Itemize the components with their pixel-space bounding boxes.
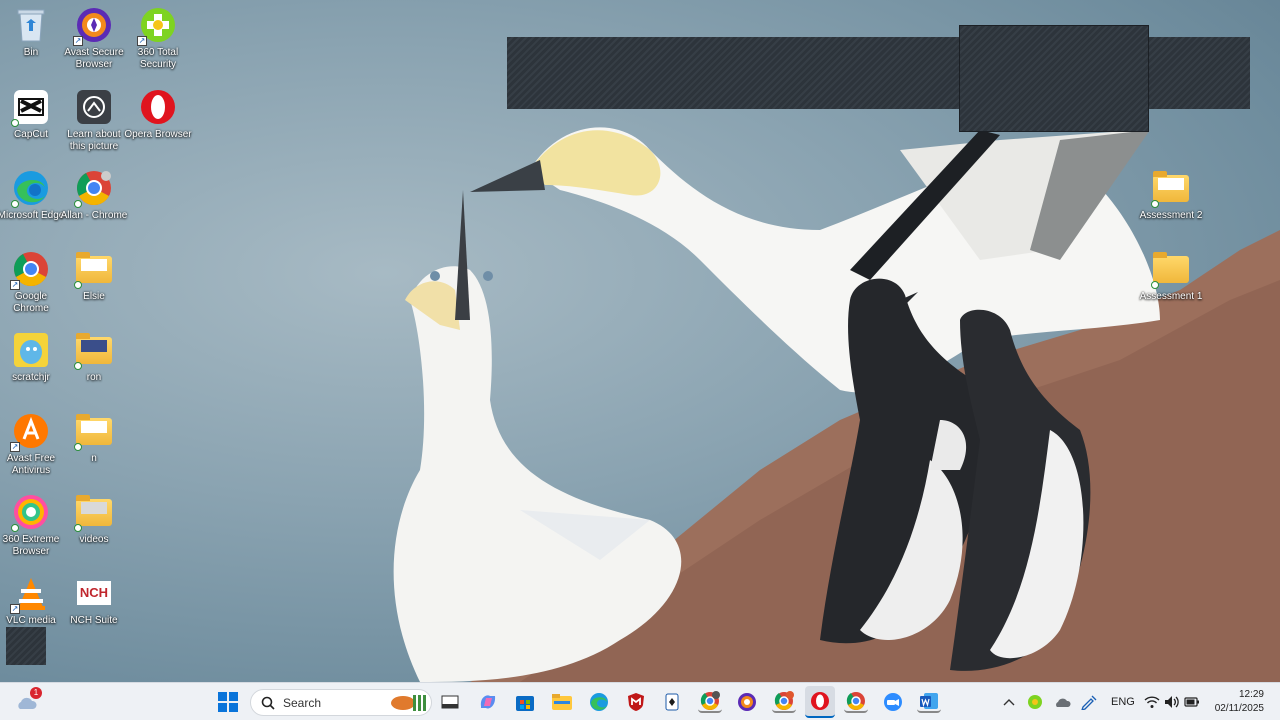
scratchjr-icon	[12, 331, 50, 369]
desktop-icon-folder-assessment-1[interactable]: Assessment 1	[1138, 250, 1204, 303]
desktop-icon-bin[interactable]: Bin	[0, 6, 64, 59]
redacted-region	[959, 25, 1149, 132]
folder-icon	[74, 412, 113, 451]
360-total-security-icon: ↗	[137, 6, 177, 46]
zoom-taskbar-button[interactable]	[881, 691, 905, 713]
redacted-region	[6, 627, 46, 665]
store-button[interactable]	[513, 691, 537, 713]
avast-antivirus-icon: ↗	[10, 412, 50, 452]
language-indicator[interactable]: ENG	[1111, 683, 1135, 720]
desktop-icon-opera[interactable]: Opera Browser	[124, 88, 192, 141]
taskbar: 1 Search ENG 12:29 02/11/2025	[0, 682, 1280, 720]
solitaire-icon	[665, 693, 679, 711]
weather-widget-button[interactable]: 1	[14, 687, 42, 713]
solitaire-button[interactable]	[661, 691, 685, 713]
chrome-icon: ↗	[10, 250, 50, 290]
desktop-icon-folder-assessment-2[interactable]: Assessment 2	[1138, 169, 1204, 222]
desktop-icon-avast-free-antivirus[interactable]: ↗ Avast Free Antivirus	[0, 412, 64, 477]
desktop-icon-avast-secure-browser[interactable]: ↗ Avast Secure Browser	[61, 6, 127, 71]
desktop-icon-folder-elsie[interactable]: Elsie	[61, 250, 127, 303]
word-taskbar-button[interactable]	[917, 691, 941, 713]
wifi-icon	[1144, 696, 1160, 708]
tray-360-button[interactable]	[1023, 691, 1047, 713]
desktop-icon-360-total-security[interactable]: ↗ 360 Total Security	[125, 6, 191, 71]
chevron-up-icon	[1003, 699, 1015, 706]
search-highlight-icon	[391, 694, 426, 711]
desktop-icon-folder-ron[interactable]: ron	[61, 331, 127, 384]
desktop-icon-scratchjr[interactable]: scratchjr	[0, 331, 64, 384]
folder-icon	[1151, 250, 1190, 289]
edge-taskbar-button[interactable]	[587, 691, 611, 713]
chrome-profile-r-icon	[774, 691, 794, 710]
show-hidden-icons-button[interactable]	[997, 691, 1021, 713]
folder-icon	[74, 493, 113, 532]
file-explorer-button[interactable]	[550, 691, 574, 713]
svg-text:NCH: NCH	[80, 585, 108, 600]
chrome-profile-r-button[interactable]	[772, 691, 796, 713]
start-icon	[218, 692, 238, 712]
opera-taskbar-button[interactable]	[805, 686, 835, 718]
desktop-icon-google-chrome[interactable]: ↗ Google Chrome	[0, 250, 64, 315]
edge-icon	[590, 693, 608, 711]
start-button[interactable]	[216, 691, 240, 713]
desktop-icon-microsoft-edge[interactable]: Microsoft Edge	[0, 169, 64, 222]
taskbar-search-box[interactable]: Search	[250, 689, 432, 716]
desktop-icon-folder-n[interactable]: n	[61, 412, 127, 465]
cloud-icon	[1056, 698, 1071, 707]
copilot-icon	[480, 695, 496, 709]
folder-icon	[74, 250, 113, 289]
mcafee-button[interactable]	[624, 691, 648, 713]
learn-picture-icon	[75, 88, 113, 126]
copilot-button[interactable]	[476, 691, 500, 713]
tray-battery-button[interactable]	[1180, 691, 1204, 713]
pen-icon	[1081, 695, 1097, 710]
folder-icon	[1151, 169, 1190, 208]
chrome-profile-h-button[interactable]	[698, 691, 722, 713]
task-view-button[interactable]	[438, 691, 462, 713]
file-explorer-icon	[552, 694, 572, 710]
desktop-icon-learn-about-picture[interactable]: Learn about this picture	[61, 88, 127, 153]
desktop-icon-allan-chrome[interactable]: Allan - Chrome	[61, 169, 127, 222]
avast-secure-browser-icon: ↗	[73, 6, 113, 46]
speaker-icon	[1165, 696, 1179, 708]
chrome-profile-h-icon	[700, 691, 720, 710]
avast-browser-icon	[738, 693, 756, 711]
word-icon	[920, 693, 938, 709]
nch-suite-icon: NCH	[75, 574, 113, 612]
opera-icon	[811, 692, 829, 710]
taskbar-clock[interactable]: 12:29 02/11/2025	[1215, 688, 1264, 716]
opera-icon	[139, 88, 177, 126]
search-icon	[261, 696, 275, 710]
chrome-profile-icon	[74, 169, 113, 208]
tray-onedrive-button[interactable]	[1050, 691, 1074, 713]
capcut-icon	[11, 88, 50, 127]
vlc-icon: ↗	[10, 574, 50, 614]
360-extreme-browser-icon	[11, 493, 50, 532]
desktop-icon-capcut[interactable]: CapCut	[0, 88, 64, 141]
folder-icon	[74, 331, 113, 370]
mcafee-icon	[628, 693, 644, 711]
chrome-icon	[846, 692, 865, 710]
clock-date: 02/11/2025	[1214, 703, 1264, 714]
battery-icon	[1184, 697, 1199, 707]
notification-badge: 1	[30, 687, 42, 699]
task-view-icon	[441, 695, 459, 709]
desktop-icon-vlc[interactable]: ↗ VLC media	[0, 574, 64, 627]
chrome-taskbar-button[interactable]	[844, 691, 868, 713]
recycle-bin-icon	[12, 6, 50, 44]
search-label: Search	[283, 695, 322, 710]
avast-browser-taskbar-button[interactable]	[735, 691, 759, 713]
tray-pen-button[interactable]	[1077, 691, 1101, 713]
desktop-icon-folder-videos[interactable]: videos	[61, 493, 127, 546]
edge-icon	[11, 169, 50, 208]
zoom-icon	[884, 693, 902, 711]
desktop-icon-360-extreme-browser[interactable]: 360 Extreme Browser	[0, 493, 64, 558]
clock-time: 12:29	[1238, 689, 1264, 700]
360-security-tray-icon	[1028, 695, 1042, 709]
desktop-icon-nch-suite[interactable]: NCH NCH Suite	[61, 574, 127, 627]
store-icon	[516, 696, 534, 711]
